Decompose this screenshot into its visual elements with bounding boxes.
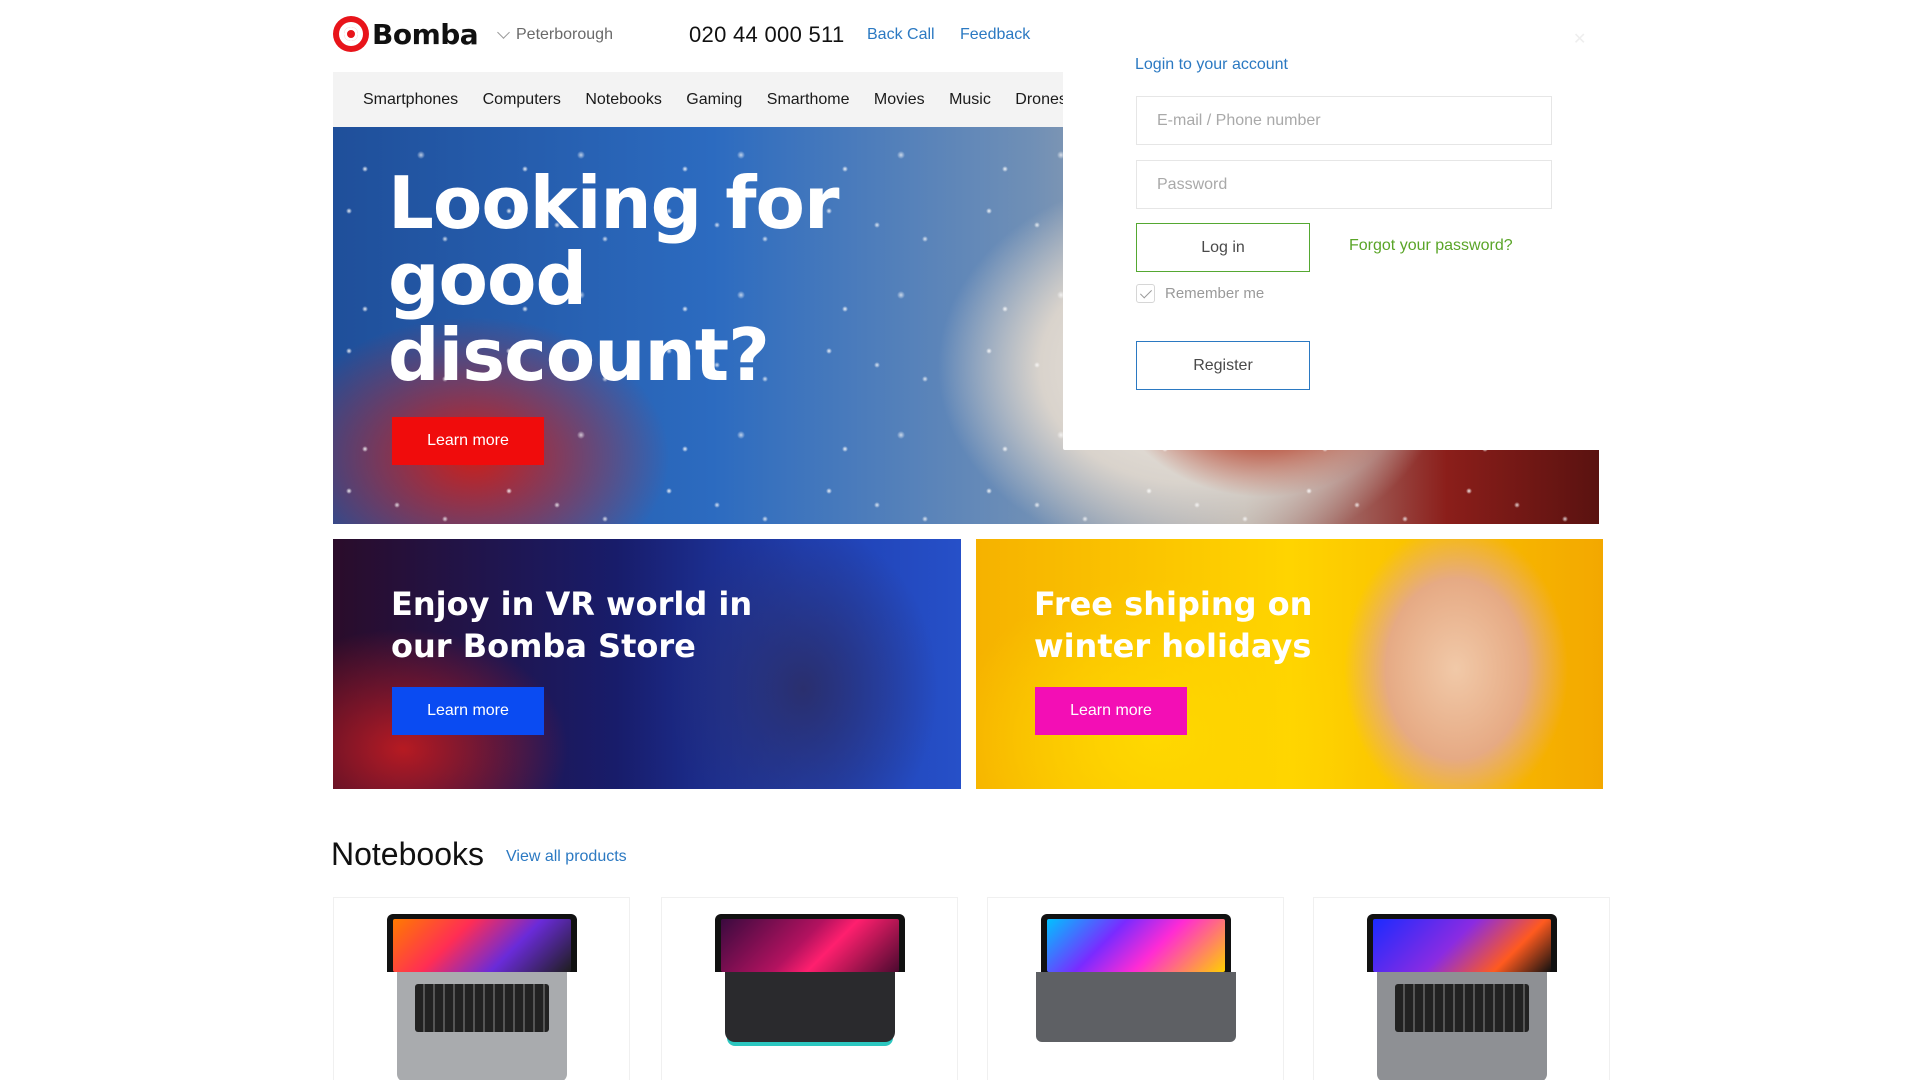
logo[interactable]: Bomba [333, 16, 479, 52]
section-title-notebooks: Notebooks [331, 836, 484, 872]
promo-banner-vr[interactable]: Enjoy in VR world in our Bomba Store Lea… [333, 539, 961, 789]
nav-item-notebooks[interactable]: Notebooks [585, 72, 662, 127]
logo-text: Bomba [372, 17, 479, 51]
view-all-products-link[interactable]: View all products [506, 848, 627, 866]
promo-vr-learn-more-button[interactable]: Learn more [392, 687, 544, 735]
password-field[interactable] [1136, 160, 1552, 209]
promo-title-vr: Enjoy in VR world in our Bomba Store [391, 585, 753, 665]
hero-title: Looking for good discount? [388, 161, 840, 397]
promo-title-shipping: Free shiping on winter holidays [1034, 585, 1313, 665]
forgot-password-link[interactable]: Forgot your password? [1349, 237, 1513, 255]
nav-item-music[interactable]: Music [949, 72, 991, 127]
remember-me-label: Remember me [1165, 285, 1265, 302]
city-selector[interactable]: Peterborough [497, 26, 613, 44]
nav-item-drones[interactable]: Drones [1015, 72, 1063, 127]
login-button[interactable]: Log in [1136, 223, 1310, 272]
promo-shipping-learn-more-button[interactable]: Learn more [1035, 687, 1187, 735]
login-heading: Login to your account [1135, 56, 1288, 73]
checkbox-checked-icon[interactable] [1136, 284, 1155, 303]
login-dropdown: ✕ Login to your account Log in Forgot yo… [1063, 32, 1603, 450]
product-card[interactable] [333, 897, 630, 1080]
product-card[interactable] [987, 897, 1284, 1080]
promo-banner-shipping[interactable]: Free shiping on winter holidays Learn mo… [976, 539, 1603, 789]
laptop-image [386, 914, 577, 1080]
laptop-image [714, 914, 905, 1042]
laptop-image [1035, 914, 1236, 1042]
remember-me-checkbox[interactable]: Remember me [1136, 284, 1264, 303]
email-field[interactable] [1136, 96, 1552, 145]
laptop-image [1366, 914, 1557, 1080]
close-icon[interactable]: ✕ [1573, 32, 1589, 48]
product-card[interactable] [661, 897, 958, 1080]
target-logo-icon [333, 16, 369, 52]
register-button[interactable]: Register [1136, 341, 1310, 390]
category-nav: Smartphones Computers Notebooks Gaming S… [333, 72, 1063, 127]
nav-item-gaming[interactable]: Gaming [686, 72, 742, 127]
feedback-link[interactable]: Feedback [960, 26, 1030, 44]
nav-item-smarthome[interactable]: Smarthome [767, 72, 850, 127]
nav-item-movies[interactable]: Movies [874, 72, 925, 127]
city-label: Peterborough [516, 26, 613, 43]
back-call-link[interactable]: Back Call [867, 26, 935, 44]
nav-item-computers[interactable]: Computers [483, 72, 561, 127]
product-card[interactable] [1313, 897, 1610, 1080]
chevron-down-icon [497, 26, 510, 39]
nav-item-smartphones[interactable]: Smartphones [363, 72, 458, 127]
phone-number: 020 44 000 511 [689, 22, 845, 47]
hero-learn-more-button[interactable]: Learn more [392, 417, 544, 465]
